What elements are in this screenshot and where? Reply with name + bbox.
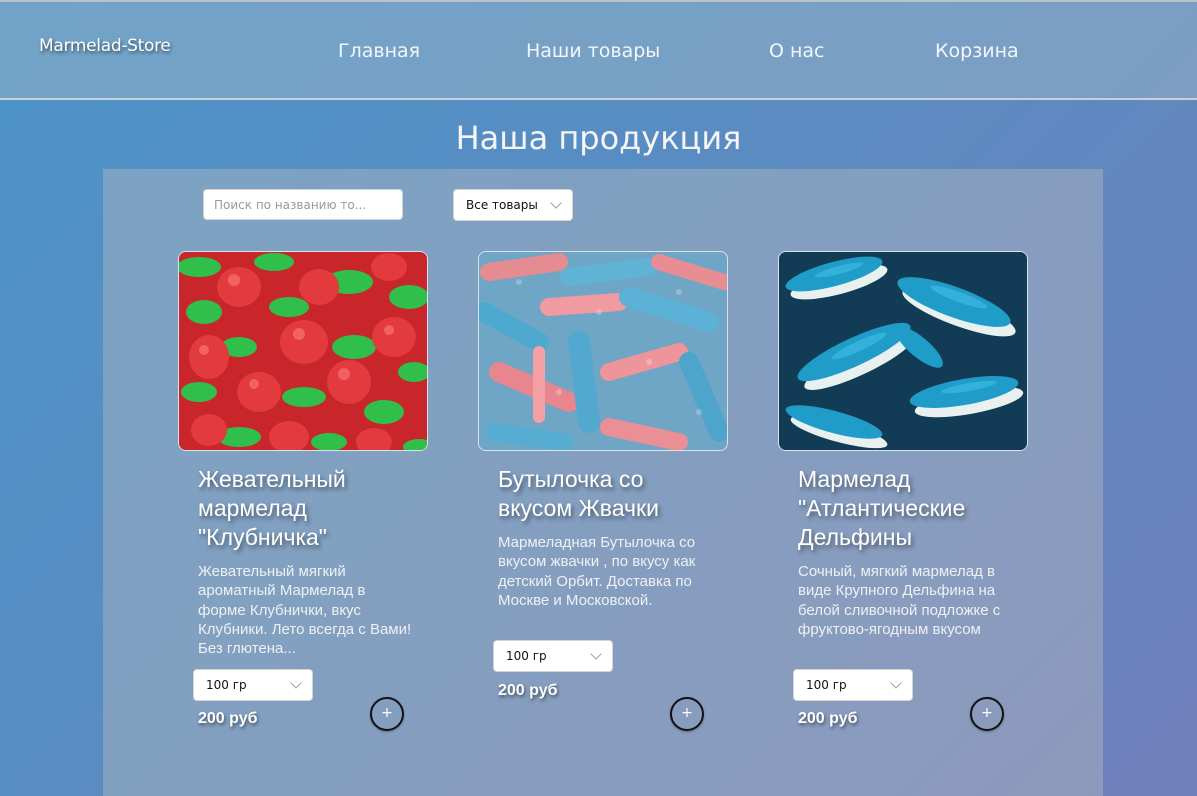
product-price: 200 руб — [498, 682, 558, 699]
product-description: Мармеладная Бутылочка со вкусом жвачки ,… — [498, 534, 696, 609]
chevron-down-icon — [590, 648, 602, 660]
product-title: Мармелад "Атлантические Дельфины — [798, 466, 966, 550]
site-logo[interactable]: Marmelad-Store — [39, 36, 171, 56]
product-image-strawberry[interactable] — [178, 251, 428, 451]
product-title: Жевательный мармелад "Клубничка" — [198, 466, 346, 550]
product-image-bubblegum-bottle[interactable] — [478, 251, 728, 451]
chevron-down-icon — [290, 677, 302, 689]
weight-select-value: 100 гр — [806, 678, 847, 692]
chevron-down-icon — [550, 197, 562, 209]
add-to-cart-button[interactable]: + — [370, 697, 404, 731]
product-image-dolphins[interactable] — [778, 251, 1028, 451]
weight-select[interactable]: 100 гр — [493, 640, 613, 672]
page-title: Наша продукция — [455, 119, 742, 157]
add-to-cart-button[interactable]: + — [970, 697, 1004, 731]
weight-select-value: 100 гр — [506, 649, 547, 663]
chevron-down-icon — [890, 677, 902, 689]
top-navbar: Marmelad-Store Главная Наши товары О нас… — [0, 0, 1197, 100]
weight-select[interactable]: 100 гр — [193, 669, 313, 701]
weight-select[interactable]: 100 гр — [793, 669, 913, 701]
add-to-cart-button[interactable]: + — [670, 697, 704, 731]
product-title: Бутылочка со вкусом Жвачки — [498, 466, 659, 521]
nav-link-home[interactable]: Главная — [338, 40, 420, 62]
nav-link-products[interactable]: Наши товары — [526, 40, 660, 62]
nav-link-cart[interactable]: Корзина — [935, 40, 1019, 62]
nav-link-about[interactable]: О нас — [769, 40, 825, 62]
product-description: Жевательный мягкий ароматный Мармелад в … — [198, 563, 412, 658]
category-select-value: Все товары — [466, 198, 538, 212]
weight-select-value: 100 гр — [206, 678, 247, 692]
product-price: 200 руб — [198, 710, 258, 727]
category-select[interactable]: Все товары — [453, 189, 573, 221]
product-price: 200 руб — [798, 710, 858, 727]
product-description: Сочный, мягкий мармелад в виде Крупного … — [798, 563, 1001, 638]
search-input[interactable] — [203, 189, 403, 220]
